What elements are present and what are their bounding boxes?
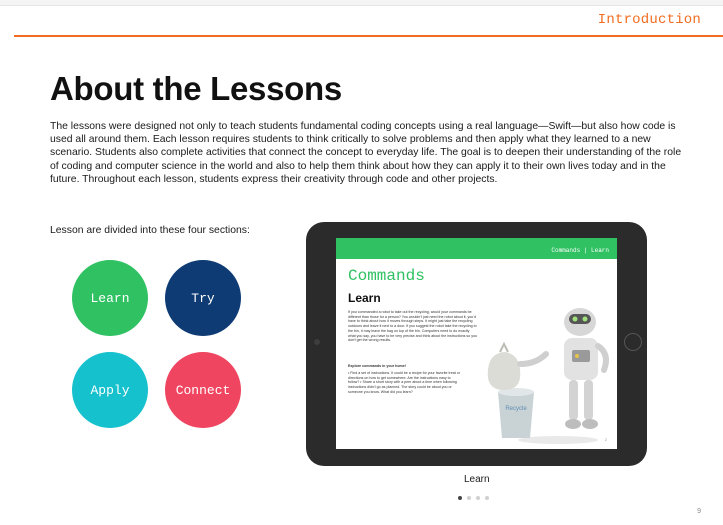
tablet-screen: Commands | Learn Commands Learn If you c… [336, 238, 617, 449]
robot-icon [564, 308, 609, 429]
carousel-dots [458, 496, 489, 500]
carousel-caption: Learn [464, 474, 490, 485]
intro-paragraph: The lessons were designed not only to te… [50, 121, 682, 185]
section-apply-button[interactable]: Apply [72, 352, 148, 428]
page-title: About the Lessons [50, 70, 342, 107]
recycle-label: Recycle [505, 406, 527, 412]
carousel-dot-2[interactable] [467, 496, 471, 500]
tablet-breadcrumb: Commands | Learn [551, 247, 609, 254]
tablet-prompt-text: • Find a set of instructions. It could b… [348, 371, 460, 394]
section-try-button[interactable]: Try [165, 260, 241, 336]
page-number: 9 [697, 508, 701, 515]
tablet-status-bar [336, 238, 617, 245]
section-apply-label: Apply [90, 382, 130, 398]
carousel-dot-1[interactable] [458, 496, 462, 500]
tablet-home-button [624, 333, 642, 351]
section-learn-label: Learn [90, 290, 130, 306]
tablet-preview: Commands | Learn Commands Learn If you c… [306, 222, 647, 466]
section-connect-label: Connect [175, 382, 231, 398]
trash-bag-icon [487, 341, 521, 390]
section-try-label: Try [191, 290, 215, 306]
carousel-dot-3[interactable] [476, 496, 480, 500]
robot-illustration: Recycle [487, 308, 609, 444]
carousel-dot-4[interactable] [485, 496, 489, 500]
tablet-body-text: If you commanded a robot to take out the… [348, 310, 477, 343]
recycle-bin-icon: Recycle [498, 388, 534, 438]
tablet-prompt-heading: Explore commands in your home! [348, 364, 406, 368]
tablet-subtitle: Learn [348, 291, 381, 305]
section-learn-button[interactable]: Learn [72, 260, 148, 336]
tablet-title: Commands [348, 267, 425, 285]
section-header-label: Introduction [597, 12, 701, 28]
section-connect-button[interactable]: Connect [165, 352, 241, 428]
sections-label: Lesson are divided into these four secti… [50, 225, 250, 236]
tablet-camera [314, 339, 320, 345]
header-rule [14, 35, 723, 37]
page-top-border [0, 0, 723, 6]
